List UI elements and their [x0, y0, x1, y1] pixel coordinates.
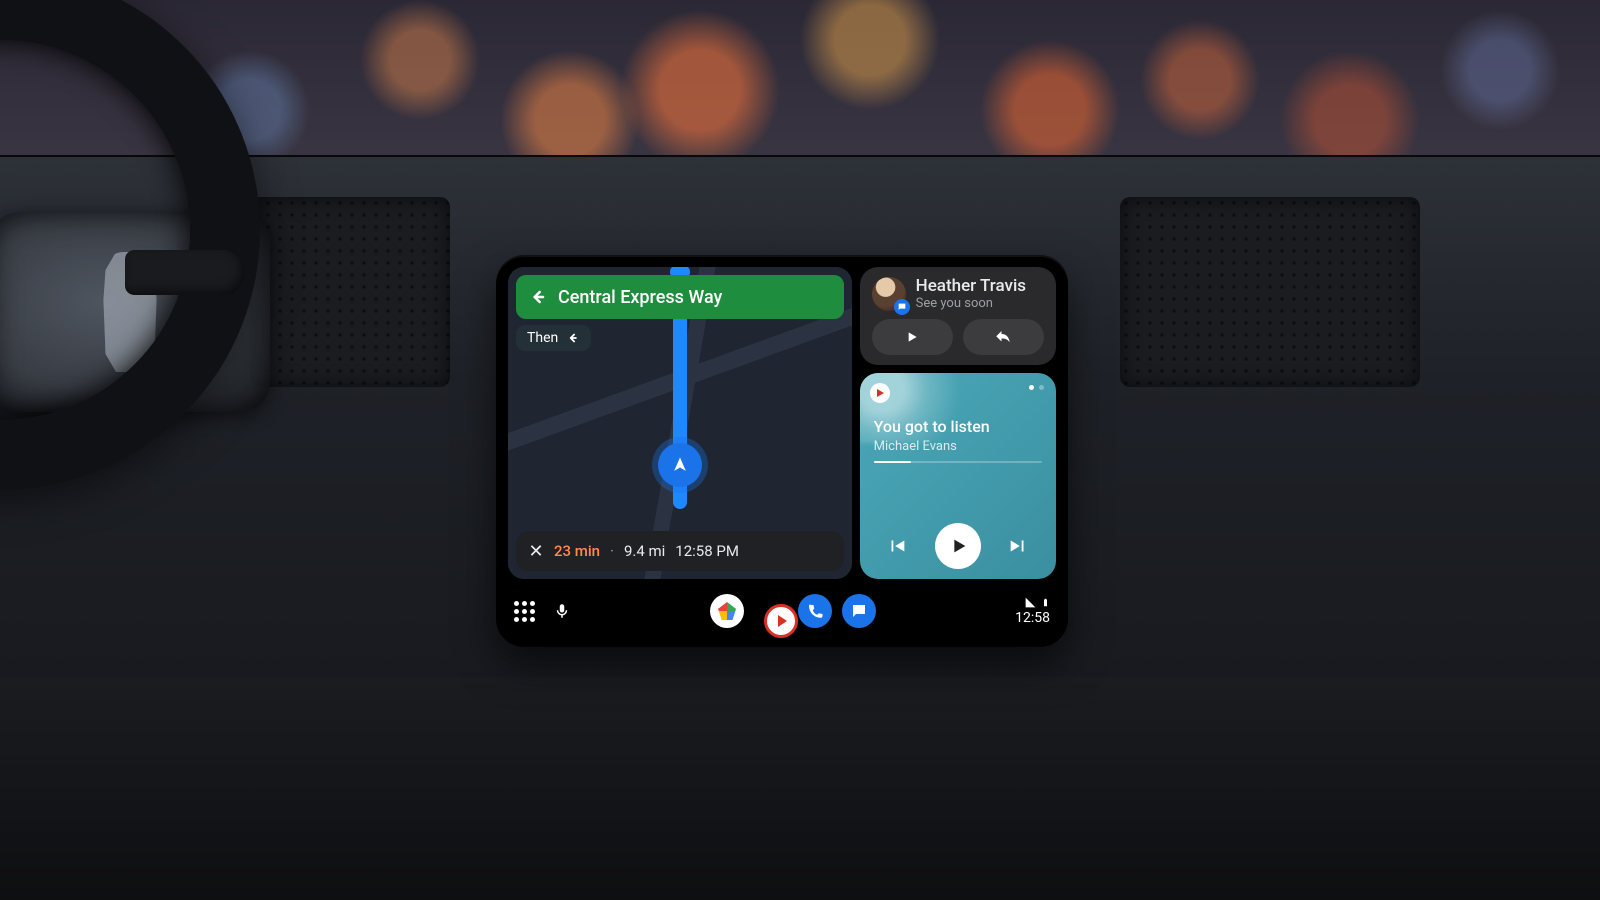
track-artist: Michael Evans	[874, 439, 957, 454]
turn-left-icon	[528, 287, 548, 307]
vehicle-marker	[658, 443, 702, 487]
notification-preview: See you soon	[916, 296, 1026, 311]
play-pause-button[interactable]	[935, 523, 981, 569]
side-column: Heather Travis See you soon	[860, 267, 1056, 579]
eta-bar[interactable]: ✕ 23 min · 9.4 mi 12:58 PM	[516, 531, 844, 571]
dock-apps	[571, 594, 1015, 628]
eta-distance: 9.4 mi	[624, 542, 665, 560]
notification-card[interactable]: Heather Travis See you soon	[860, 267, 1056, 365]
status-area: 12:58	[1015, 596, 1050, 626]
bottom-dock: 12:58	[508, 587, 1056, 635]
play-icon	[904, 329, 920, 345]
separator-dot: ·	[610, 542, 614, 560]
turn-direction-label: Central Express Way	[558, 287, 722, 308]
play-message-button[interactable]	[872, 319, 953, 355]
car-interior-scene: Central Express Way Then ✕ 23 min	[0, 0, 1600, 900]
messages-app-button[interactable]	[842, 594, 876, 628]
cellular-signal-icon	[1024, 596, 1037, 609]
track-title: You got to listen	[874, 417, 1042, 436]
navigation-arrow-icon	[670, 455, 690, 475]
reply-button[interactable]	[963, 319, 1044, 355]
battery-icon	[1041, 596, 1050, 609]
phone-icon	[806, 602, 824, 620]
media-card[interactable]: You got to listen Michael Evans	[860, 373, 1056, 579]
then-label: Then	[527, 330, 558, 346]
close-route-button[interactable]: ✕	[528, 541, 544, 562]
previous-track-button[interactable]	[886, 535, 908, 557]
notification-header: Heather Travis See you soon	[872, 277, 1044, 311]
navigation-card[interactable]: Central Express Way Then ✕ 23 min	[508, 267, 852, 579]
speaker-grille-left	[250, 197, 450, 387]
dock-left	[514, 601, 571, 622]
turn-banner[interactable]: Central Express Way	[516, 275, 844, 319]
play-icon	[947, 535, 969, 557]
status-icons	[1024, 596, 1050, 609]
playback-progress[interactable]	[874, 461, 1042, 463]
content-row: Central Express Way Then ✕ 23 min	[508, 267, 1056, 579]
head-unit-screen: Central Express Way Then ✕ 23 min	[496, 255, 1068, 647]
voice-assistant-button[interactable]	[553, 602, 571, 620]
media-controls	[860, 523, 1056, 569]
speaker-grille-right	[1120, 197, 1420, 387]
notification-sender: Heather Travis	[916, 277, 1026, 296]
app-launcher-button[interactable]	[514, 601, 535, 622]
contact-avatar	[872, 277, 906, 311]
reply-icon	[994, 328, 1012, 346]
youtube-music-app-button[interactable]	[764, 604, 798, 638]
next-step-pill[interactable]: Then	[516, 325, 591, 351]
clock: 12:58	[1015, 610, 1050, 626]
skip-next-icon	[1007, 535, 1029, 557]
media-source-icon	[870, 383, 890, 403]
eta-minutes: 23 min	[554, 542, 600, 560]
messages-icon	[850, 602, 868, 620]
eta-arrival: 12:58 PM	[675, 542, 739, 560]
maps-app-button[interactable]	[710, 594, 744, 628]
messages-app-badge-icon	[894, 299, 910, 315]
notification-actions	[872, 319, 1044, 355]
next-track-button[interactable]	[1007, 535, 1029, 557]
page-indicator	[1029, 385, 1044, 390]
skip-previous-icon	[886, 535, 908, 557]
phone-app-button[interactable]	[798, 594, 832, 628]
turn-left-small-icon	[566, 331, 580, 345]
